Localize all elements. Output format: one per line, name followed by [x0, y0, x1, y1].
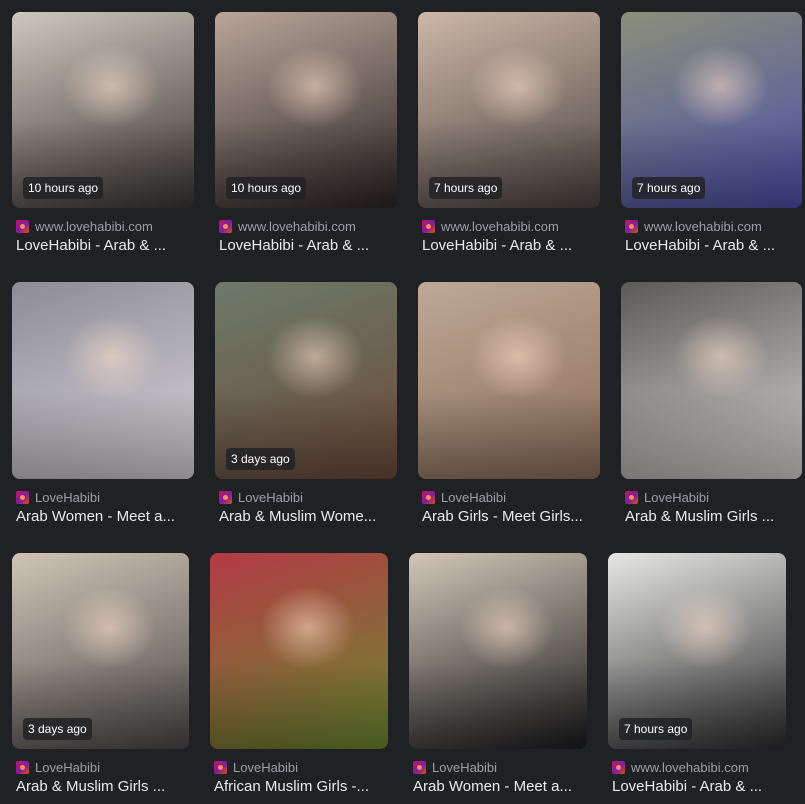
result-source[interactable]: LoveHabibi	[625, 489, 709, 505]
result-thumbnail[interactable]: 7 hours ago	[418, 12, 600, 208]
thumbnail-photo	[621, 282, 802, 479]
result-source[interactable]: LoveHabibi	[16, 489, 100, 505]
result-thumbnail[interactable]	[210, 553, 388, 749]
time-badge: 10 hours ago	[23, 177, 104, 199]
result-source[interactable]: www.lovehabibi.com	[16, 218, 153, 234]
image-result-card[interactable]: LoveHabibi Arab Women - Meet a...	[409, 553, 587, 804]
result-thumbnail[interactable]	[409, 553, 587, 749]
image-result-card[interactable]: 10 hours ago www.lovehabibi.com LoveHabibi…	[12, 12, 194, 264]
site-favicon-icon	[422, 490, 435, 504]
site-favicon-icon	[612, 760, 625, 774]
result-thumbnail[interactable]: 7 hours ago	[608, 553, 786, 749]
image-result-card[interactable]: 7 hours ago www.lovehabibi.com LoveHabibi …	[608, 553, 786, 804]
time-badge: 7 hours ago	[429, 177, 503, 199]
result-thumbnail[interactable]	[418, 282, 600, 479]
thumbnail-photo	[12, 282, 194, 479]
result-thumbnail[interactable]	[12, 282, 194, 479]
result-source-name: www.lovehabibi.com	[238, 218, 356, 234]
time-badge: 3 days ago	[226, 448, 295, 470]
result-thumbnail[interactable]: 3 days ago	[215, 282, 397, 479]
time-badge: 7 hours ago	[632, 177, 706, 199]
result-title-link[interactable]: African Muslim Girls -...	[214, 777, 388, 797]
result-source-name: LoveHabibi	[432, 759, 498, 775]
image-result-card[interactable]: 10 hours ago www.lovehabibi.com LoveHabibi…	[215, 12, 397, 264]
result-title-link[interactable]: LoveHabibi - Arab & ...	[612, 777, 786, 797]
result-title-link[interactable]: Arab & Muslim Girls ...	[16, 777, 189, 797]
site-favicon-icon	[625, 219, 638, 233]
site-favicon-icon	[214, 760, 227, 774]
result-source-name: LoveHabibi	[441, 489, 507, 505]
result-title-link[interactable]: Arab Girls - Meet Girls...	[422, 507, 600, 527]
site-favicon-icon	[16, 219, 29, 233]
result-title-link[interactable]: Arab Women - Meet a...	[413, 777, 587, 797]
time-badge: 3 days ago	[23, 718, 92, 740]
thumbnail-photo	[409, 553, 587, 749]
image-result-card[interactable]: 7 hours ago www.lovehabibi.com LoveHabibi …	[621, 12, 802, 264]
site-favicon-icon	[219, 219, 232, 233]
result-source[interactable]: www.lovehabibi.com	[422, 218, 559, 234]
result-title-link[interactable]: LoveHabibi - Arab & ...	[422, 236, 600, 256]
result-source[interactable]: LoveHabibi	[422, 489, 506, 505]
site-favicon-icon	[413, 760, 426, 774]
result-title-link[interactable]: LoveHabibi - Arab & ...	[219, 236, 397, 256]
site-favicon-icon	[16, 490, 29, 504]
result-source-name: LoveHabibi	[238, 489, 304, 505]
image-result-card[interactable]: LoveHabibi Arab Girls - Meet Girls...	[418, 282, 600, 535]
result-thumbnail[interactable]: 10 hours ago	[12, 12, 194, 208]
result-source[interactable]: LoveHabibi	[219, 489, 303, 505]
result-title-link[interactable]: LoveHabibi - Arab & ...	[16, 236, 194, 256]
result-title-link[interactable]: LoveHabibi - Arab & ...	[625, 236, 802, 256]
result-source-name: LoveHabibi	[35, 759, 101, 775]
thumbnail-photo	[210, 553, 388, 749]
result-source[interactable]: LoveHabibi	[16, 759, 100, 775]
result-thumbnail[interactable]: 7 hours ago	[621, 12, 802, 208]
result-thumbnail[interactable]: 10 hours ago	[215, 12, 397, 208]
site-favicon-icon	[625, 490, 638, 504]
result-source[interactable]: LoveHabibi	[413, 759, 497, 775]
image-result-card[interactable]: 3 days ago LoveHabibi Arab & Muslim Wome..…	[215, 282, 397, 535]
result-source[interactable]: www.lovehabibi.com	[219, 218, 356, 234]
thumbnail-photo	[418, 282, 600, 479]
time-badge: 7 hours ago	[619, 718, 693, 740]
result-thumbnail[interactable]: 3 days ago	[12, 553, 189, 749]
result-source-name: LoveHabibi	[644, 489, 710, 505]
site-favicon-icon	[219, 490, 232, 504]
result-source-name: www.lovehabibi.com	[35, 218, 153, 234]
time-badge: 10 hours ago	[226, 177, 307, 199]
result-source-name: LoveHabibi	[233, 759, 299, 775]
result-source[interactable]: www.lovehabibi.com	[625, 218, 762, 234]
result-source[interactable]: LoveHabibi	[214, 759, 298, 775]
result-title-link[interactable]: Arab Women - Meet a...	[16, 507, 194, 527]
image-result-card[interactable]: LoveHabibi Arab & Muslim Girls ...	[621, 282, 802, 535]
site-favicon-icon	[16, 760, 29, 774]
site-favicon-icon	[422, 219, 435, 233]
image-result-card[interactable]: 7 hours ago www.lovehabibi.com LoveHabibi …	[418, 12, 600, 264]
image-result-card[interactable]: LoveHabibi African Muslim Girls -...	[210, 553, 388, 804]
result-source[interactable]: www.lovehabibi.com	[612, 759, 749, 775]
result-source-name: www.lovehabibi.com	[644, 218, 762, 234]
result-source-name: LoveHabibi	[35, 489, 101, 505]
result-source-name: www.lovehabibi.com	[441, 218, 559, 234]
result-title-link[interactable]: Arab & Muslim Girls ...	[625, 507, 802, 527]
result-thumbnail[interactable]	[621, 282, 802, 479]
image-result-card[interactable]: 3 days ago LoveHabibi Arab & Muslim Girls …	[12, 553, 189, 804]
image-results-grid: 10 hours ago www.lovehabibi.com LoveHabibi…	[0, 0, 805, 804]
result-title-link[interactable]: Arab & Muslim Wome...	[219, 507, 397, 527]
image-result-card[interactable]: LoveHabibi Arab Women - Meet a...	[12, 282, 194, 535]
result-source-name: www.lovehabibi.com	[631, 759, 749, 775]
